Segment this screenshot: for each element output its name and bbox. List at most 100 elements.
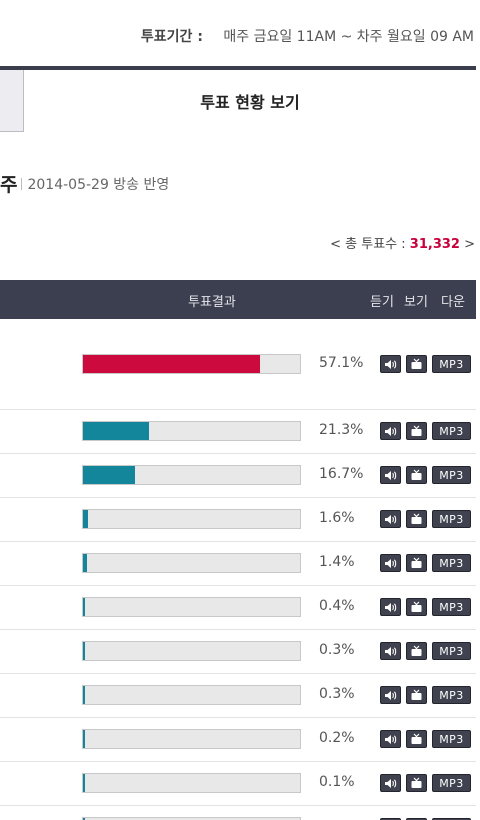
mp3-label: MP3 bbox=[439, 512, 464, 526]
total-votes-count: 31,332 bbox=[409, 237, 460, 252]
result-row: MP3 bbox=[0, 806, 476, 820]
view-button[interactable] bbox=[406, 730, 427, 748]
speaker-icon bbox=[384, 646, 397, 657]
listen-button[interactable] bbox=[380, 642, 401, 660]
vote-bar bbox=[82, 641, 301, 661]
mp3-download-button[interactable]: MP3 bbox=[432, 730, 471, 748]
tv-icon bbox=[410, 689, 423, 701]
tab-inactive[interactable] bbox=[0, 70, 24, 132]
view-button[interactable] bbox=[406, 510, 427, 528]
mp3-download-button[interactable]: MP3 bbox=[432, 686, 471, 704]
view-button[interactable] bbox=[406, 598, 427, 616]
mp3-label: MP3 bbox=[439, 424, 464, 438]
mp3-label: MP3 bbox=[439, 556, 464, 570]
mp3-download-button[interactable]: MP3 bbox=[432, 510, 471, 528]
vote-bar bbox=[82, 354, 301, 374]
total-votes-suffix: > bbox=[459, 237, 475, 252]
speaker-icon bbox=[384, 734, 397, 745]
vote-bar bbox=[82, 685, 301, 705]
view-button[interactable] bbox=[406, 554, 427, 572]
mp3-label: MP3 bbox=[439, 732, 464, 746]
view-button[interactable] bbox=[406, 466, 427, 484]
broadcast-date: 2014-05-29 방송 반영 bbox=[27, 176, 170, 193]
vote-percent: 1.4% bbox=[319, 554, 355, 570]
tv-icon bbox=[410, 777, 423, 789]
vote-bar-fill bbox=[83, 554, 87, 572]
vote-percent: 0.3% bbox=[319, 642, 355, 658]
total-votes: < 총 투표수 : 31,332 > bbox=[330, 233, 475, 252]
tab-vote-status[interactable]: 투표 현황 보기 bbox=[24, 70, 476, 132]
tv-icon bbox=[410, 513, 423, 525]
speaker-icon bbox=[384, 426, 397, 437]
tv-icon bbox=[410, 733, 423, 745]
speaker-icon bbox=[384, 359, 397, 370]
vote-percent: 0.3% bbox=[319, 686, 355, 702]
mp3-download-button[interactable]: MP3 bbox=[432, 422, 471, 440]
mp3-label: MP3 bbox=[439, 776, 464, 790]
listen-button[interactable] bbox=[380, 466, 401, 484]
speaker-icon bbox=[384, 470, 397, 481]
mp3-download-button[interactable]: MP3 bbox=[432, 466, 471, 484]
vote-percent: 0.1% bbox=[319, 774, 355, 790]
vote-percent: 0.2% bbox=[319, 730, 355, 746]
vote-percent: 21.3% bbox=[319, 422, 364, 438]
mp3-label: MP3 bbox=[439, 357, 464, 371]
vote-bar-fill bbox=[83, 422, 149, 440]
tv-icon bbox=[410, 425, 423, 437]
result-row: 0.1% MP3 bbox=[0, 762, 476, 806]
result-row: 57.1% MP3 bbox=[0, 319, 476, 410]
speaker-icon bbox=[384, 602, 397, 613]
week-title: 주 bbox=[0, 174, 18, 196]
listen-button[interactable] bbox=[380, 774, 401, 792]
tv-icon bbox=[410, 645, 423, 657]
vote-bar-fill bbox=[83, 686, 85, 704]
mp3-download-button[interactable]: MP3 bbox=[432, 554, 471, 572]
vote-bar-fill bbox=[83, 730, 85, 748]
mp3-label: MP3 bbox=[439, 600, 464, 614]
listen-button[interactable] bbox=[380, 598, 401, 616]
vote-bar bbox=[82, 465, 301, 485]
header-result: 투표결과 bbox=[188, 295, 236, 310]
result-row: 16.7% MP3 bbox=[0, 454, 476, 498]
tv-icon bbox=[410, 358, 423, 370]
view-button[interactable] bbox=[406, 774, 427, 792]
vote-bar bbox=[82, 729, 301, 749]
vote-percent: 16.7% bbox=[319, 466, 364, 482]
view-button[interactable] bbox=[406, 355, 427, 373]
result-row: 21.3% MP3 bbox=[0, 410, 476, 454]
result-row: 1.6% MP3 bbox=[0, 498, 476, 542]
header-download: 다운 bbox=[441, 295, 465, 310]
view-button[interactable] bbox=[406, 686, 427, 704]
listen-button[interactable] bbox=[380, 510, 401, 528]
mp3-label: MP3 bbox=[439, 644, 464, 658]
vote-bar-fill bbox=[83, 774, 85, 792]
mp3-label: MP3 bbox=[439, 688, 464, 702]
tv-icon bbox=[410, 601, 423, 613]
listen-button[interactable] bbox=[380, 686, 401, 704]
mp3-download-button[interactable]: MP3 bbox=[432, 598, 471, 616]
mp3-download-button[interactable]: MP3 bbox=[432, 774, 471, 792]
header-listen: 듣기 bbox=[370, 295, 394, 310]
vote-bar-fill bbox=[83, 642, 85, 660]
vote-percent: 57.1% bbox=[319, 355, 364, 371]
table-header: 투표결과 듣기 보기 다운 bbox=[0, 280, 476, 319]
result-row: 0.3% MP3 bbox=[0, 630, 476, 674]
tab-bar: 투표 현황 보기 bbox=[0, 66, 476, 132]
listen-button[interactable] bbox=[380, 554, 401, 572]
vote-bar-fill bbox=[83, 466, 135, 484]
listen-button[interactable] bbox=[380, 355, 401, 373]
mp3-download-button[interactable]: MP3 bbox=[432, 355, 471, 373]
total-votes-prefix: < 총 투표수 : bbox=[330, 237, 410, 252]
speaker-icon bbox=[384, 778, 397, 789]
vote-bar-fill bbox=[83, 355, 260, 373]
listen-button[interactable] bbox=[380, 730, 401, 748]
header-view: 보기 bbox=[404, 295, 428, 310]
divider bbox=[21, 177, 23, 190]
listen-button[interactable] bbox=[380, 422, 401, 440]
vote-period: 투표기간 : 매주 금요일 11AM ~ 차주 월요일 09 AM bbox=[141, 26, 474, 46]
vote-bar-fill bbox=[83, 510, 88, 528]
view-button[interactable] bbox=[406, 642, 427, 660]
vote-bar-fill bbox=[83, 598, 85, 616]
mp3-download-button[interactable]: MP3 bbox=[432, 642, 471, 660]
view-button[interactable] bbox=[406, 422, 427, 440]
